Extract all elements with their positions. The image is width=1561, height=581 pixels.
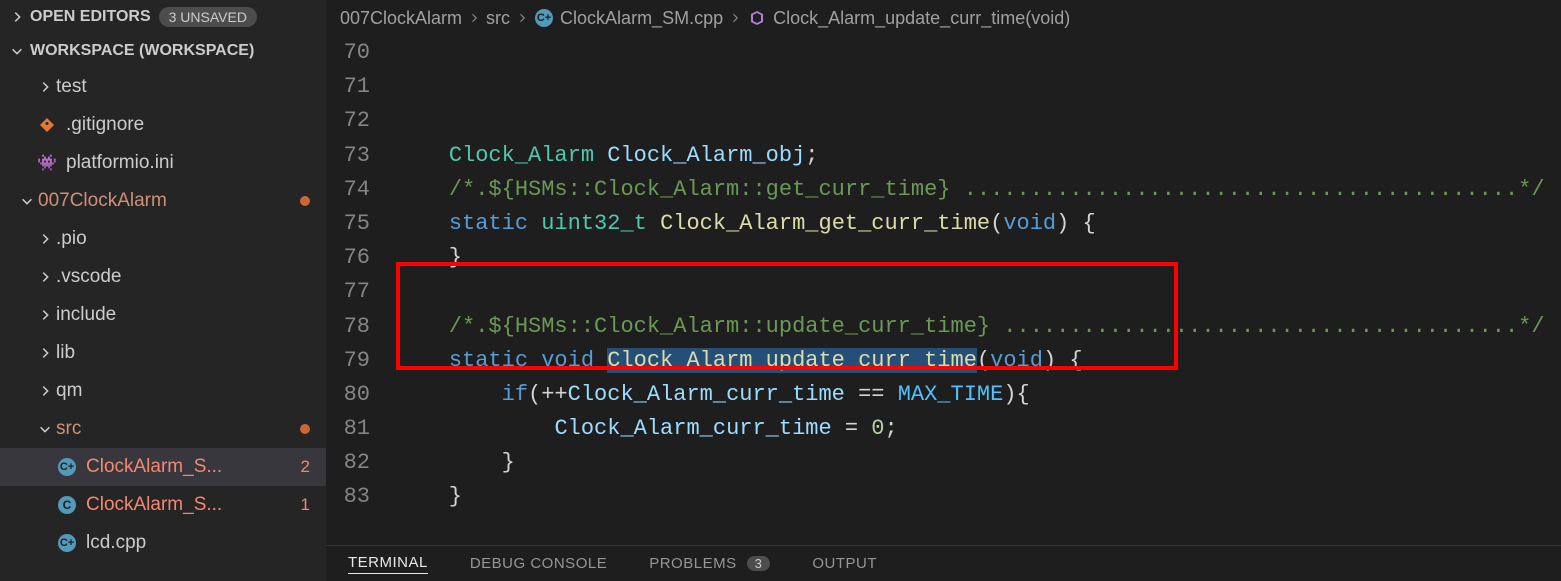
tree-label: qm xyxy=(56,380,82,402)
tree-label: lib xyxy=(56,342,75,364)
tree-folder-test[interactable]: test xyxy=(0,68,326,106)
breadcrumb[interactable]: 007ClockAlarm src C+ ClockAlarm_SM.cpp C… xyxy=(326,0,1561,36)
tree-label: ClockAlarm_S... xyxy=(86,456,222,478)
code-line[interactable]: } xyxy=(396,241,1561,275)
tree-folder-qm[interactable]: qm xyxy=(0,372,326,410)
file-tree: test .gitignore 👾 platformio.ini 007Cloc… xyxy=(0,68,326,581)
workspace-label: WORKSPACE (WORKSPACE) xyxy=(30,42,254,60)
chevron-right-icon xyxy=(36,268,54,286)
tree-label: ClockAlarm_S... xyxy=(86,494,222,516)
code-line[interactable] xyxy=(396,515,1561,545)
tab-problems[interactable]: PROBLEMS 3 xyxy=(649,555,770,572)
line-number: 76 xyxy=(326,241,370,275)
chevron-right-icon xyxy=(516,8,528,29)
chevron-right-icon xyxy=(36,306,54,324)
tab-debug-console[interactable]: DEBUG CONSOLE xyxy=(470,555,607,572)
tree-label: test xyxy=(56,76,87,98)
tree-folder-include[interactable]: include xyxy=(0,296,326,334)
tree-label: 007ClockAlarm xyxy=(38,190,167,212)
chevron-down-icon xyxy=(36,420,54,438)
code-line[interactable]: if(++Clock_Alarm_curr_time == MAX_TIME){ xyxy=(396,378,1561,412)
code-line[interactable]: /*.${HSMs::Clock_Alarm::update_curr_time… xyxy=(396,310,1561,344)
tree-folder-pio[interactable]: .pio xyxy=(0,220,326,258)
error-count-badge: 1 xyxy=(301,495,310,515)
panel-tabs: TERMINAL DEBUG CONSOLE PROBLEMS 3 OUTPUT xyxy=(326,545,1561,581)
tree-file-clockalarm-sm-cpp[interactable]: C+ ClockAlarm_S... 2 xyxy=(0,448,326,486)
tree-folder-007clockalarm[interactable]: 007ClockAlarm xyxy=(0,182,326,220)
tree-label: src xyxy=(56,418,81,440)
tab-terminal[interactable]: TERMINAL xyxy=(348,554,428,574)
breadcrumb-src[interactable]: src xyxy=(486,8,510,29)
code-line[interactable] xyxy=(396,275,1561,309)
modified-indicator-icon xyxy=(300,424,310,434)
tab-problems-label: PROBLEMS xyxy=(649,555,736,572)
tree-file-clockalarm-sm-h[interactable]: C ClockAlarm_S... 1 xyxy=(0,486,326,524)
line-number: 77 xyxy=(326,275,370,309)
line-number: 82 xyxy=(326,446,370,480)
tab-output[interactable]: OUTPUT xyxy=(812,555,877,572)
line-number: 83 xyxy=(326,480,370,514)
chevron-right-icon xyxy=(36,344,54,362)
tree-label: .gitignore xyxy=(66,114,144,136)
line-number: 81 xyxy=(326,412,370,446)
symbol-method-icon xyxy=(747,8,767,28)
breadcrumb-root[interactable]: 007ClockAlarm xyxy=(340,8,462,29)
tree-file-gitignore[interactable]: .gitignore xyxy=(0,106,326,144)
tree-label: lcd.cpp xyxy=(86,532,146,554)
tree-label: .vscode xyxy=(56,266,121,288)
chevron-right-icon xyxy=(729,8,741,29)
code-line[interactable]: static uint32_t Clock_Alarm_get_curr_tim… xyxy=(396,207,1561,241)
line-number: 79 xyxy=(326,344,370,378)
line-number: 78 xyxy=(326,310,370,344)
chevron-right-icon xyxy=(468,8,480,29)
platformio-icon: 👾 xyxy=(36,152,58,174)
chevron-right-icon xyxy=(36,230,54,248)
sidebar: OPEN EDITORS 3 UNSAVED WORKSPACE (WORKSP… xyxy=(0,0,326,581)
code-line[interactable]: /*.${HSMs::Clock_Alarm::get_curr_time} .… xyxy=(396,173,1561,207)
cpp-icon: C+ xyxy=(56,456,78,478)
line-number: 72 xyxy=(326,104,370,138)
chevron-right-icon xyxy=(36,78,54,96)
line-number: 71 xyxy=(326,70,370,104)
chevron-right-icon xyxy=(36,382,54,400)
c-icon: C xyxy=(56,494,78,516)
code-content[interactable]: Clock_Alarm Clock_Alarm_obj; /*.${HSMs::… xyxy=(396,36,1561,545)
tree-folder-lib[interactable]: lib xyxy=(0,334,326,372)
open-editors-label: OPEN EDITORS xyxy=(30,8,151,26)
line-number: 70 xyxy=(326,36,370,70)
code-line[interactable]: Clock_Alarm_curr_time = 0; xyxy=(396,412,1561,446)
code-editor[interactable]: 7071727374757677787980818283 Clock_Alarm… xyxy=(326,36,1561,545)
line-number: 74 xyxy=(326,173,370,207)
code-line[interactable]: } xyxy=(396,446,1561,480)
code-line[interactable]: Clock_Alarm Clock_Alarm_obj; xyxy=(396,139,1561,173)
tree-label: .pio xyxy=(56,228,87,250)
line-number: 75 xyxy=(326,207,370,241)
breadcrumb-file[interactable]: ClockAlarm_SM.cpp xyxy=(560,8,723,29)
tree-folder-src[interactable]: src xyxy=(0,410,326,448)
unsaved-badge: 3 UNSAVED xyxy=(159,7,257,27)
main-area: 007ClockAlarm src C+ ClockAlarm_SM.cpp C… xyxy=(326,0,1561,581)
workspace-header[interactable]: WORKSPACE (WORKSPACE) xyxy=(0,34,326,68)
code-line[interactable]: } xyxy=(396,480,1561,514)
line-gutter: 7071727374757677787980818283 xyxy=(326,36,396,545)
cpp-icon: C+ xyxy=(534,8,554,28)
chevron-right-icon xyxy=(8,8,26,26)
breadcrumb-symbol[interactable]: Clock_Alarm_update_curr_time(void) xyxy=(773,8,1070,29)
tree-folder-vscode[interactable]: .vscode xyxy=(0,258,326,296)
modified-indicator-icon xyxy=(300,196,310,206)
tree-file-platformio[interactable]: 👾 platformio.ini xyxy=(0,144,326,182)
git-icon xyxy=(36,114,58,136)
chevron-down-icon xyxy=(18,192,36,210)
open-editors-header[interactable]: OPEN EDITORS 3 UNSAVED xyxy=(0,0,326,34)
code-line[interactable]: static void Clock_Alarm_update_curr_time… xyxy=(396,344,1561,378)
tree-file-lcd-cpp[interactable]: C+ lcd.cpp xyxy=(0,524,326,562)
problems-count-badge: 3 xyxy=(747,556,771,571)
line-number: 80 xyxy=(326,378,370,412)
line-number: 73 xyxy=(326,139,370,173)
error-count-badge: 2 xyxy=(301,457,310,477)
chevron-down-icon xyxy=(8,42,26,60)
cpp-icon: C+ xyxy=(56,532,78,554)
tree-label: include xyxy=(56,304,116,326)
tree-label: platformio.ini xyxy=(66,152,174,174)
